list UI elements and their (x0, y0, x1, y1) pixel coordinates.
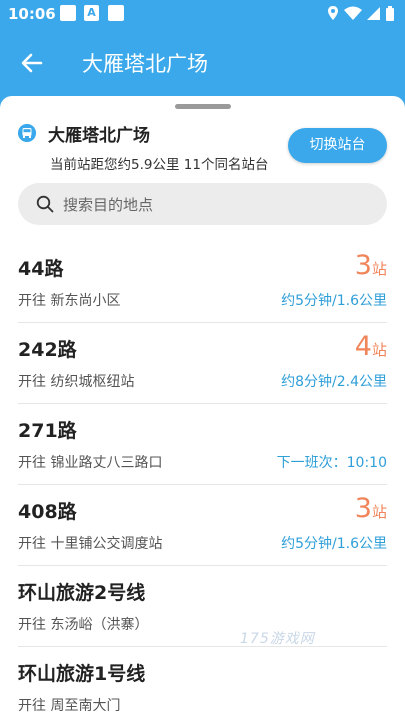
bus-stop-icon (18, 124, 36, 142)
route-item[interactable]: 408路 开往 十里铺公交调度站 3站 约5分钟/1.6公里 (18, 485, 387, 566)
route-item[interactable]: 44路 开往 新东尚小区 3站 约5分钟/1.6公里 (18, 242, 387, 323)
route-destination: 开往 十里铺公交调度站 (18, 536, 163, 552)
battery-icon (386, 6, 394, 21)
route-eta: 约5分钟/1.6公里 (281, 293, 387, 309)
drag-handle[interactable] (175, 104, 231, 109)
notification-badge-text: A (87, 6, 96, 19)
route-destination: 开往 锦业路丈八三路口 (18, 455, 163, 471)
route-next-departure: 下一班次：10:10 (276, 455, 387, 471)
route-item[interactable]: 242路 开往 纺织城枢纽站 4站 约8分钟/2.4公里 (18, 323, 387, 404)
notification-icon (60, 5, 76, 21)
notification-icon (108, 5, 124, 21)
search-placeholder: 搜索目的地点 (63, 196, 154, 214)
back-arrow-icon[interactable] (16, 47, 48, 79)
route-name: 271路 (18, 420, 77, 442)
route-item[interactable]: 环山旅游1号线 开往 周至南大门 (18, 647, 387, 720)
route-destination: 开往 东汤峪（洪寨） (18, 617, 149, 633)
station-name: 大雁塔北广场 (48, 126, 150, 146)
stops-unit: 站 (371, 503, 387, 521)
location-icon (328, 6, 338, 20)
signal-icon (367, 7, 380, 20)
status-time: 10:06 (8, 5, 56, 23)
route-item[interactable]: 环山旅游2号线 开往 东汤峪（洪寨） (18, 566, 387, 647)
watermark: 175游戏网 (240, 631, 315, 647)
route-destination: 开往 纺织城枢纽站 (18, 374, 135, 390)
page-title: 大雁塔北广场 (82, 52, 208, 76)
stops-unit: 站 (371, 260, 387, 278)
route-stops-away: 4站 (355, 331, 387, 362)
app-bar: 大雁塔北广场 (0, 30, 405, 96)
status-bar: 10:06 A (0, 0, 405, 30)
route-name: 环山旅游1号线 (18, 663, 146, 685)
route-stops-away: 3站 (355, 493, 387, 524)
route-item[interactable]: 271路 开往 锦业路丈八三路口 下一班次：10:10 (18, 404, 387, 485)
stops-unit: 站 (371, 341, 387, 359)
route-destination: 开往 周至南大门 (18, 698, 121, 714)
route-name: 408路 (18, 501, 77, 523)
switch-platform-button[interactable]: 切换站台 (288, 128, 387, 163)
station-distance-info: 当前站距您约5.9公里 11个同名站台 (50, 157, 269, 173)
status-icons (328, 6, 394, 21)
route-name: 环山旅游2号线 (18, 582, 146, 604)
app-notification-icon: A (84, 5, 99, 21)
route-destination: 开往 新东尚小区 (18, 293, 121, 309)
stops-count: 3 (354, 250, 372, 281)
route-stops-away: 3站 (355, 250, 387, 281)
search-icon (36, 195, 54, 213)
search-input[interactable]: 搜索目的地点 (18, 183, 387, 225)
route-eta: 约5分钟/1.6公里 (281, 536, 387, 552)
stops-count: 3 (354, 493, 372, 524)
route-name: 242路 (18, 339, 77, 361)
route-name: 44路 (18, 258, 64, 280)
bottom-sheet: 大雁塔北广场 当前站距您约5.9公里 11个同名站台 切换站台 搜索目的地点 4… (0, 96, 405, 720)
stops-count: 4 (354, 331, 372, 362)
route-eta: 约8分钟/2.4公里 (281, 374, 387, 390)
wifi-icon (344, 6, 362, 20)
